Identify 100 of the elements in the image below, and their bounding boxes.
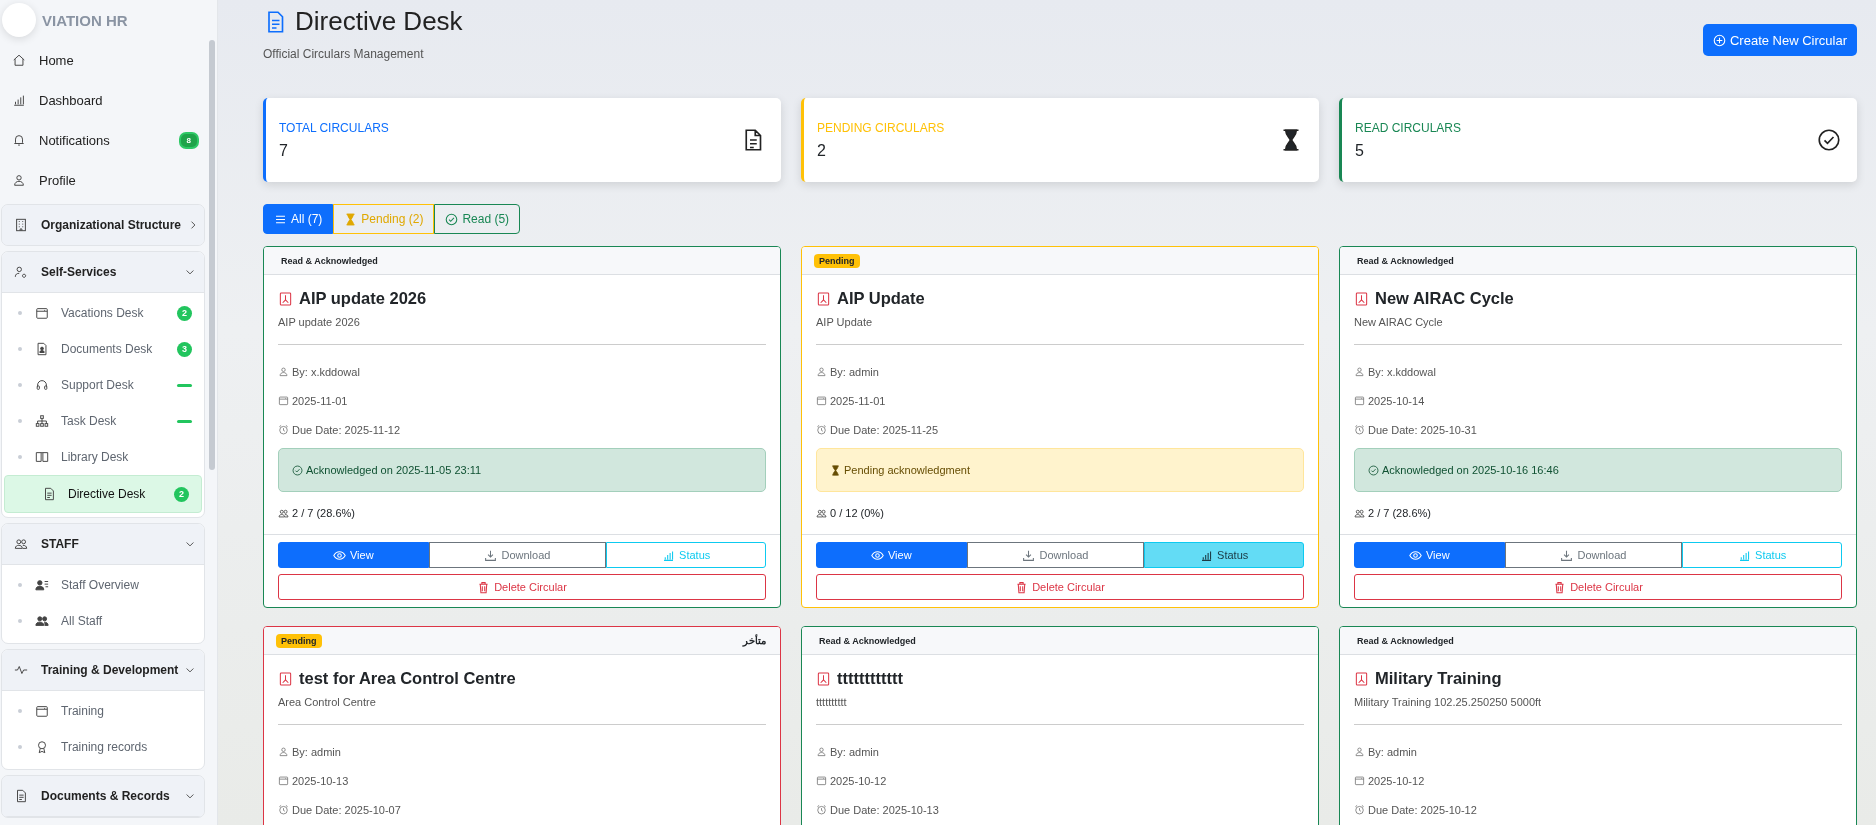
nav-item[interactable]: Staff Overview	[2, 567, 204, 603]
filter-tab[interactable]: Read (5)	[434, 204, 521, 234]
filter-tab[interactable]: All (7)	[263, 204, 334, 234]
bar-chart-icon	[1200, 548, 1214, 562]
pdf-file-icon	[1354, 290, 1369, 307]
award-icon	[35, 740, 49, 754]
circular-description: Area Control Centre	[278, 696, 377, 708]
due-date-text: Due Date: 2025-10-12	[1368, 803, 1477, 816]
alarm-clock-icon	[1354, 804, 1365, 815]
nav-item[interactable]: Directive Desk 2	[4, 475, 202, 513]
person-icon	[1354, 366, 1365, 377]
document-icon	[14, 789, 28, 803]
delete-button[interactable]: Delete Circular	[278, 574, 766, 600]
people-icon	[278, 507, 289, 519]
due-date-text: Due Date: 2025-11-12	[292, 423, 401, 436]
circular-title: AIP update 2026	[299, 289, 427, 308]
count-badge: 2	[177, 305, 192, 321]
nav-item[interactable]: Profile	[0, 160, 205, 200]
alert-text: Pending acknowledgment	[844, 464, 970, 476]
download-button[interactable]: Download	[966, 542, 1145, 568]
circular-title: Military Training	[1375, 669, 1502, 688]
delete-button[interactable]: Delete Circular	[816, 574, 1304, 600]
nav-item[interactable]: Support Desk	[2, 367, 204, 403]
calendar-icon	[35, 306, 49, 320]
section-header[interactable]: Documents & Records	[2, 776, 204, 817]
circular-description: Military Training 102.25.250250 5000ft	[1354, 696, 1543, 708]
download-button[interactable]: Download	[1504, 542, 1683, 568]
status-label: Read & Acknowledged	[818, 635, 916, 646]
check-circle-icon	[1368, 464, 1379, 476]
bullet-dot	[18, 419, 22, 423]
status-label: Read & Acknowledged	[1356, 255, 1454, 266]
alert-text: Acknowledged on 2025-11-05 23:11	[306, 464, 482, 476]
people-icon	[14, 537, 28, 551]
bar-chart-icon	[1738, 548, 1752, 562]
brand-name: VIATION HR	[42, 11, 128, 29]
document-icon	[42, 487, 56, 501]
nav-item[interactable]: All Staff	[2, 603, 204, 639]
delete-button[interactable]: Delete Circular	[1354, 574, 1842, 600]
section-header[interactable]: Self-Services	[2, 252, 204, 293]
bullet-dot	[18, 709, 22, 713]
download-button[interactable]: Download	[428, 542, 607, 568]
date-text: 2025-11-01	[292, 394, 348, 407]
circular-title: New AIRAC Cycle	[1375, 289, 1514, 308]
alarm-clock-icon	[816, 424, 827, 435]
circular-description: AIP Update	[816, 316, 874, 328]
person-list-icon	[35, 578, 49, 592]
download-icon	[1022, 548, 1036, 562]
bullet-dot	[18, 745, 22, 749]
nav-item[interactable]: Vacations Desk 2	[2, 295, 204, 331]
nav-item[interactable]: Documents Desk 3	[2, 331, 204, 367]
nav-item[interactable]: Dashboard	[0, 80, 205, 120]
count-badge: 8	[178, 131, 199, 149]
person-icon	[816, 746, 827, 757]
headset-icon	[35, 378, 49, 392]
trash-icon	[1553, 580, 1567, 594]
page-title: Directive Desk	[295, 6, 463, 37]
date-text: 2025-11-01	[830, 394, 886, 407]
nav-item[interactable]: Home	[0, 40, 205, 80]
section-header[interactable]: Organizational Structure	[2, 205, 204, 245]
page-subtitle: Official Circulars Management	[263, 47, 425, 61]
pulse-icon	[14, 663, 28, 677]
view-button[interactable]: View	[816, 542, 967, 568]
section-header[interactable]: Training & Development	[2, 650, 204, 691]
status-label: Read & Acknowledged	[280, 255, 378, 266]
bullet-dot	[18, 619, 22, 623]
pdf-file-icon	[278, 670, 293, 687]
nav-item[interactable]: Library Desk	[2, 439, 204, 475]
nav-item[interactable]: Task Desk	[2, 403, 204, 439]
nav-item[interactable]: Notifications 8	[0, 120, 205, 160]
alarm-clock-icon	[816, 804, 827, 815]
nav-item[interactable]: Training	[2, 693, 204, 729]
bell-icon	[12, 133, 26, 147]
status-button[interactable]: Status	[1144, 542, 1304, 568]
pdf-file-icon	[1354, 670, 1369, 687]
nav-item[interactable]: Training records	[2, 729, 204, 765]
stat-label: PENDING CIRCULARS	[817, 120, 945, 135]
check-circle-icon	[445, 212, 459, 226]
circular-title: tttttttttttt	[837, 669, 903, 688]
alarm-clock-icon	[278, 424, 289, 435]
book-icon	[35, 450, 49, 464]
status-badge: Pending	[276, 633, 322, 648]
circular-description: AIP update 2026	[278, 316, 361, 328]
view-button[interactable]: View	[1354, 542, 1505, 568]
pdf-file-icon	[278, 290, 293, 307]
trash-icon	[477, 580, 491, 594]
status-label: Read & Acknowledged	[1356, 635, 1454, 646]
stat-value: 7	[279, 141, 289, 160]
view-button[interactable]: View	[278, 542, 429, 568]
building-icon	[14, 218, 28, 232]
bar-chart-icon	[662, 548, 676, 562]
section-header[interactable]: STAFF	[2, 524, 204, 565]
check-circle-icon	[292, 464, 303, 476]
create-button[interactable]: Create New Circular	[1702, 24, 1857, 56]
pdf-file-icon	[816, 670, 831, 687]
author-text: By: x.kddowal	[292, 365, 360, 378]
due-date-text: Due Date: 2025-11-25	[830, 423, 939, 436]
author-text: By: admin	[1368, 745, 1417, 758]
people-icon	[35, 614, 49, 628]
stat-label: TOTAL CIRCULARS	[279, 120, 389, 135]
date-text: 2025-10-12	[830, 774, 887, 787]
